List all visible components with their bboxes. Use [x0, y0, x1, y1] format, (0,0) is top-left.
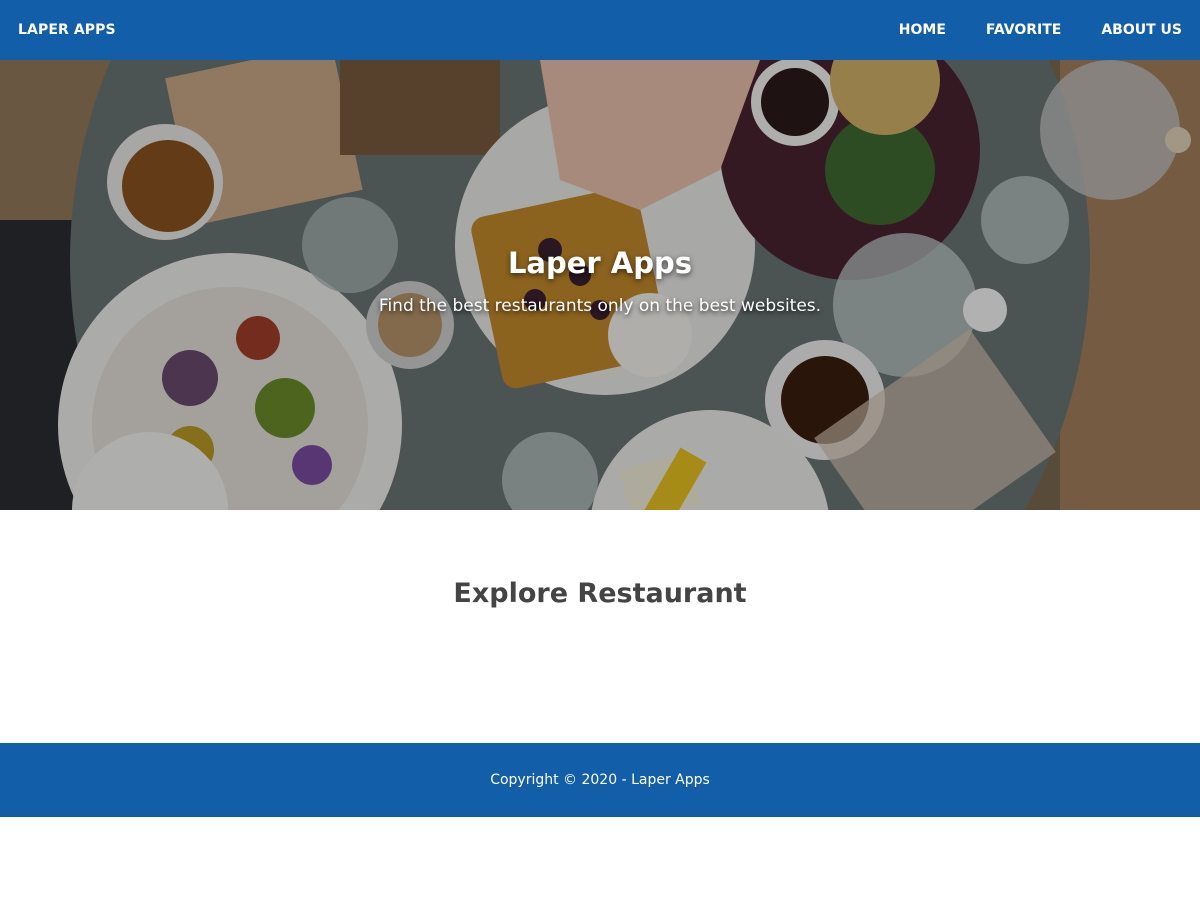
footer: Copyright © 2020 - Laper Apps	[0, 743, 1200, 817]
hero-subtitle: Find the best restaurants only on the be…	[378, 296, 822, 316]
nav-home-link[interactable]: HOME	[899, 0, 946, 60]
main-content: Explore Restaurant	[0, 510, 1200, 743]
explore-restaurant-heading: Explore Restaurant	[453, 578, 747, 609]
hero-text: Laper Apps Find the best restaurants onl…	[0, 246, 1200, 316]
hero-banner: Laper Apps Find the best restaurants onl…	[0, 60, 1200, 510]
nav-links: HOME FAVORITE ABOUT US	[859, 0, 1182, 60]
nav-about-us-link[interactable]: ABOUT US	[1101, 0, 1182, 60]
nav-favorite-link[interactable]: FAVORITE	[986, 0, 1061, 60]
hero-title: Laper Apps	[507, 246, 693, 280]
brand-link[interactable]: LAPER APPS	[18, 22, 116, 38]
copyright-text: Copyright © 2020 - Laper Apps	[490, 772, 710, 788]
top-navbar: LAPER APPS HOME FAVORITE ABOUT US	[0, 0, 1200, 60]
